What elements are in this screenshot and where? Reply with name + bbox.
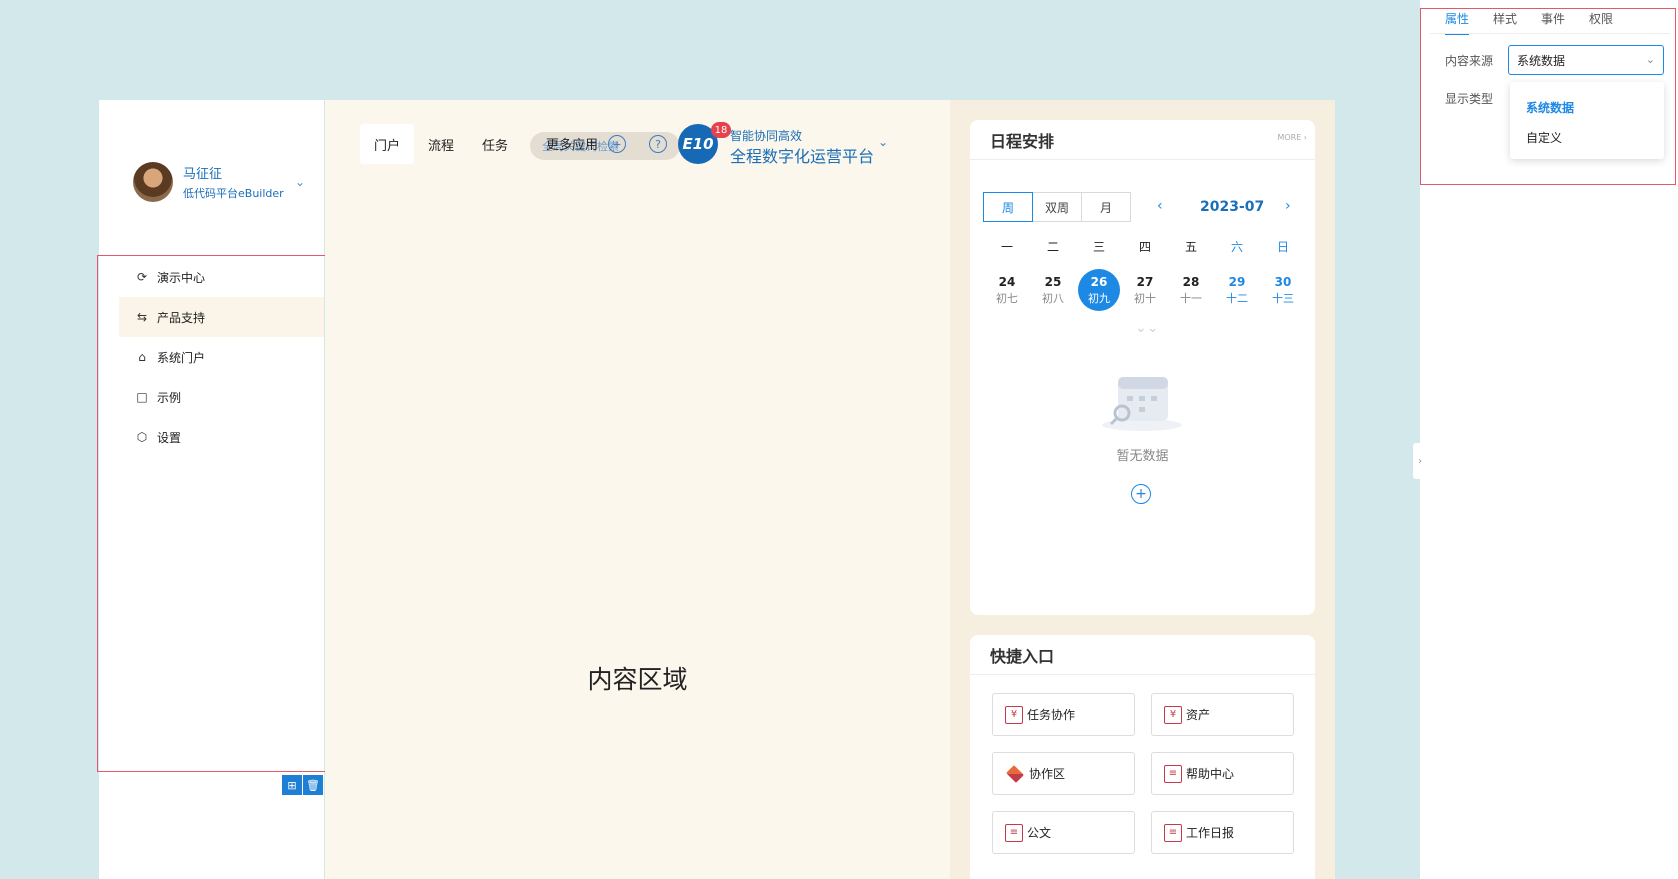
- swap-icon: ⇆: [136, 310, 148, 324]
- weekday-label: 一: [1000, 240, 1013, 254]
- weekday-label: 六: [1230, 240, 1243, 254]
- add-schedule-button[interactable]: +: [1131, 484, 1151, 504]
- brand-title: 全程数字化运营平台: [730, 147, 875, 166]
- tab-workflow[interactable]: 流程: [414, 124, 468, 164]
- sidebar-tools: ⊞ 🗑: [282, 775, 324, 795]
- collapse-panel-handle[interactable]: ›: [1413, 443, 1427, 479]
- add-icon[interactable]: ⊞: [282, 775, 302, 795]
- view-switcher: 周 双周 月: [983, 192, 1131, 222]
- quick-entry-collab-zone[interactable]: 协作区: [992, 752, 1135, 795]
- main-area: 门户 流程 任务 全局关键词检索 更多应用 + ? E10 18 智能协同高效 …: [325, 100, 950, 879]
- empty-calendar-icon: [1102, 377, 1182, 431]
- view-month-button[interactable]: 月: [1081, 192, 1131, 222]
- right-column: 日程安排 MORE › 周 双周 月 ‹ 2023-07 › 一 二 三 四 五…: [950, 100, 1335, 879]
- chevron-down-icon[interactable]: ⌄: [295, 175, 305, 189]
- calendar-day[interactable]: 25 初八: [1030, 269, 1076, 311]
- quick-entry-daily-report[interactable]: ≡ 工作日报: [1151, 811, 1294, 854]
- stack-icon: [1006, 764, 1024, 783]
- yuan-icon: ¥: [1005, 705, 1023, 724]
- weekday-label: 四: [1138, 240, 1151, 254]
- sidebar-item-label: 演示中心: [157, 270, 206, 285]
- day-row: 24 初七 25 初八 26 初九 27 初十 28 十一 29 十二 30 十三: [984, 269, 1306, 311]
- add-circle-icon[interactable]: +: [608, 135, 626, 153]
- sidebar-item-product-support[interactable]: ⇆ 产品支持: [119, 297, 324, 337]
- help-icon[interactable]: ?: [649, 135, 667, 153]
- calendar-day[interactable]: 29 十二: [1214, 269, 1260, 311]
- empty-state-text: 暂无数据: [1116, 449, 1169, 464]
- sidebar-item-system-portal[interactable]: ⌂ 系统门户: [119, 337, 324, 377]
- calendar-day[interactable]: 27 初十: [1122, 269, 1168, 311]
- chevron-left-icon[interactable]: ‹: [1157, 198, 1163, 214]
- card-title: 快捷入口: [990, 646, 1055, 666]
- calendar-day[interactable]: 24 初七: [984, 269, 1030, 311]
- notification-badge[interactable]: 18: [711, 122, 731, 138]
- quick-entry-card: 快捷入口 ¥ 任务协作 ¥ 资产 协作区 ≡ 帮助中心 ≡ 公文 ≡ 工作日报: [970, 635, 1315, 879]
- quick-entry-task-collab[interactable]: ¥ 任务协作: [992, 693, 1135, 736]
- quick-entry-grid: ¥ 任务协作 ¥ 资产 协作区 ≡ 帮助中心 ≡ 公文 ≡ 工作日报: [992, 693, 1294, 854]
- sidebar-item-example[interactable]: □ 示例: [119, 377, 324, 417]
- home-icon: ⌂: [138, 350, 146, 364]
- expand-down-icon[interactable]: ⌄⌄: [1135, 320, 1158, 336]
- view-week-button[interactable]: 周: [983, 192, 1033, 222]
- brand-tagline: 智能协同高效: [730, 129, 803, 143]
- sidebar-item-demo-center[interactable]: ⟳ 演示中心: [119, 257, 324, 297]
- view-biweek-button[interactable]: 双周: [1032, 192, 1082, 222]
- doc-icon: ≡: [1164, 764, 1182, 783]
- trash-icon[interactable]: 🗑: [303, 775, 323, 795]
- doc-icon: ≡: [1005, 823, 1023, 842]
- sidebar-item-settings[interactable]: ⬡ 设置: [119, 417, 324, 457]
- calendar-day[interactable]: 28 十一: [1168, 269, 1214, 311]
- rocket-icon: ⟳: [136, 270, 148, 284]
- more-link[interactable]: MORE ›: [1277, 133, 1307, 142]
- sidebar: 马征征 低代码平台eBuilder ⌄ ⟳ 演示中心 ⇆ 产品支持 ⌂ 系统门户…: [97, 100, 327, 879]
- monitor-icon: □: [136, 390, 148, 404]
- tab-portal[interactable]: 门户: [360, 124, 415, 164]
- sidebar-item-label: 产品支持: [157, 310, 206, 325]
- avatar: [133, 162, 173, 202]
- card-title: 日程安排: [990, 131, 1055, 151]
- chevron-right-icon[interactable]: ›: [1285, 198, 1291, 214]
- quick-entry-documents[interactable]: ≡ 公文: [992, 811, 1135, 854]
- user-profile[interactable]: 马征征 低代码平台eBuilder: [133, 162, 284, 202]
- tab-tasks[interactable]: 任务: [468, 124, 522, 164]
- weekday-label: 二: [1046, 240, 1059, 254]
- doc-icon: ≡: [1164, 823, 1182, 842]
- quick-entry-help-center[interactable]: ≡ 帮助中心: [1151, 752, 1294, 795]
- weekday-header: 一 二 三 四 五 六 日: [984, 238, 1306, 255]
- weekday-label: 日: [1276, 240, 1289, 254]
- sidebar-item-label: 示例: [157, 390, 182, 405]
- content-area-label: 内容区域: [587, 665, 688, 694]
- user-name: 马征征: [183, 167, 223, 182]
- sidebar-menu: ⟳ 演示中心 ⇆ 产品支持 ⌂ 系统门户 □ 示例 ⬡ 设置: [119, 257, 324, 457]
- yuan-icon: ¥: [1164, 705, 1182, 724]
- top-tabs: 门户 流程 任务: [360, 124, 522, 164]
- weekday-label: 三: [1092, 240, 1105, 254]
- selection-outline: [1420, 8, 1676, 185]
- calendar-month: 2023-07: [1200, 199, 1265, 215]
- calendar-day-today[interactable]: 26 初九: [1078, 269, 1120, 311]
- sidebar-item-label: 设置: [157, 430, 182, 445]
- calendar-day[interactable]: 30 十三: [1260, 269, 1306, 311]
- schedule-card: 日程安排 MORE › 周 双周 月 ‹ 2023-07 › 一 二 三 四 五…: [970, 120, 1315, 615]
- more-apps-link[interactable]: 更多应用: [546, 134, 598, 153]
- sidebar-item-label: 系统门户: [157, 350, 206, 365]
- weekday-label: 五: [1184, 240, 1197, 254]
- user-org: 低代码平台eBuilder: [183, 187, 284, 200]
- chevron-down-icon[interactable]: ⌄: [878, 135, 888, 149]
- gear-icon: ⬡: [136, 430, 148, 444]
- quick-entry-assets[interactable]: ¥ 资产: [1151, 693, 1294, 736]
